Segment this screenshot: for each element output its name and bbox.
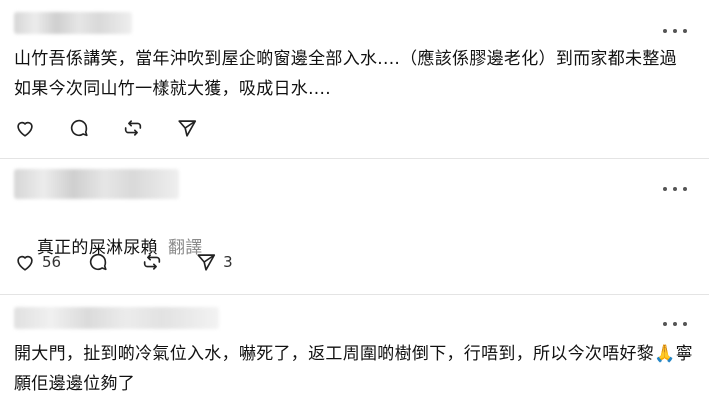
post-2-text-line: 真正的屎淋尿賴 翻譯	[14, 203, 699, 293]
heart-icon	[17, 121, 33, 137]
post-1-share-button[interactable]	[176, 116, 204, 140]
heart-icon	[17, 255, 33, 271]
send-icon	[178, 120, 197, 137]
send-icon	[197, 254, 216, 271]
post-1-like-button[interactable]	[14, 116, 42, 140]
like-count: 56	[42, 253, 62, 271]
post-2-comment-button[interactable]	[87, 250, 115, 274]
more-options-icon[interactable]	[663, 184, 687, 194]
post-1: 山竹吾係講笑，當年沖吹到屋企啲窗邊全部入水....（應該係膠邊老化）到而家都未整…	[0, 0, 709, 158]
repost-icon	[143, 254, 161, 270]
post-2: 真正的屎淋尿賴 翻譯 56 3	[0, 159, 709, 294]
repost-icon	[124, 120, 142, 136]
more-options-icon[interactable]	[663, 26, 687, 36]
comment-bubble-icon	[70, 119, 88, 137]
post-2-repost-button[interactable]	[141, 250, 169, 274]
post-1-text: 山竹吾係講笑，當年沖吹到屋企啲窗邊全部入水....（應該係膠邊老化）到而家都未整…	[14, 49, 683, 99]
post-3-author-name-blurred[interactable]	[14, 307, 219, 329]
post-1-author-name-blurred[interactable]	[14, 12, 132, 34]
post-2-like-button[interactable]: 56	[14, 250, 61, 274]
post-3-text: 開大門，扯到啲冷氣位入水，嚇死了，返工周圍啲樹倒下，行唔到，所以今次唔好黎🙏寧願…	[14, 344, 693, 394]
share-count: 3	[223, 253, 233, 271]
post-1-actions	[14, 116, 230, 140]
comment-bubble-icon	[89, 253, 107, 271]
post-1-comment-button[interactable]	[68, 116, 96, 140]
post-3: 開大門，扯到啲冷氣位入水，嚇死了，返工周圍啲樹倒下，行唔到，所以今次唔好黎🙏寧願…	[0, 295, 709, 400]
post-2-share-button[interactable]: 3	[195, 250, 233, 274]
more-options-icon[interactable]	[663, 319, 687, 329]
post-2-actions: 56 3	[14, 250, 259, 274]
post-2-author-name-blurred[interactable]	[14, 169, 179, 199]
post-1-repost-button[interactable]	[122, 116, 150, 140]
